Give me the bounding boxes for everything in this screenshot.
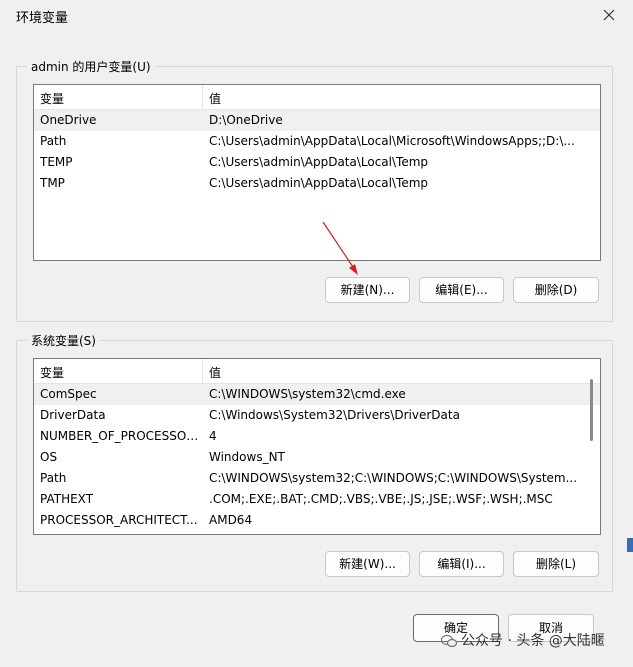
variable-name: DriverData xyxy=(40,408,106,422)
system-edit-button[interactable]: 编辑(I)... xyxy=(419,551,504,577)
watermark: 公众号 · 头条 @大陆暱 xyxy=(441,630,605,650)
variable-value: Windows_NT xyxy=(209,450,285,464)
system-list-header: 变量 值 xyxy=(34,359,600,384)
variable-name: Path xyxy=(40,471,67,485)
variable-name: PATHEXT xyxy=(40,492,94,506)
list-item[interactable]: OS Windows_NT xyxy=(34,447,600,468)
variable-value: AMD64 xyxy=(209,513,253,527)
variable-name: PROCESSOR_ARCHITECT... xyxy=(40,513,198,527)
system-variables-legend: 系统变量(S) xyxy=(27,332,100,349)
list-item[interactable]: Path C:\WINDOWS\system32;C:\WINDOWS;C:\W… xyxy=(34,468,600,489)
variable-value: .COM;.EXE;.BAT;.CMD;.VBS;.VBE;.JS;.JSE;.… xyxy=(209,492,553,506)
variable-value: C:\WINDOWS\system32\cmd.exe xyxy=(209,387,406,401)
variable-value: C:\WINDOWS\system32;C:\WINDOWS;C:\WINDOW… xyxy=(209,471,578,485)
column-header-name[interactable]: 变量 xyxy=(34,359,203,383)
column-header-value-label[interactable]: 值 xyxy=(209,364,221,381)
system-delete-button[interactable]: 删除(L) xyxy=(513,551,599,577)
variable-value: 4 xyxy=(209,429,217,443)
variable-name: NUMBER_OF_PROCESSORS xyxy=(40,429,200,443)
variable-name: OS xyxy=(40,450,58,464)
list-item[interactable]: PROCESSOR_ARCHITECT... AMD64 xyxy=(34,510,600,531)
wechat-icon xyxy=(441,634,457,648)
list-item[interactable]: DriverData C:\Windows\System32\Drivers\D… xyxy=(34,405,600,426)
variable-name: ComSpec xyxy=(40,387,97,401)
variable-value: C:\Windows\System32\Drivers\DriverData xyxy=(209,408,460,422)
column-header-name-label: 变量 xyxy=(40,366,65,380)
list-item[interactable]: NUMBER_OF_PROCESSORS 4 xyxy=(34,426,600,447)
list-item[interactable]: PATHEXT .COM;.EXE;.BAT;.CMD;.VBS;.VBE;.J… xyxy=(34,489,600,510)
system-new-button[interactable]: 新建(W)... xyxy=(325,551,410,577)
list-item[interactable]: ComSpec C:\WINDOWS\system32\cmd.exe xyxy=(34,384,600,405)
vertical-scrollbar[interactable] xyxy=(590,379,593,441)
edge-marker xyxy=(627,538,633,552)
system-variables-list[interactable]: 变量 值 ComSpec C:\WINDOWS\system32\cmd.exe… xyxy=(33,358,601,535)
watermark-text: 公众号 · 头条 @大陆暱 xyxy=(461,633,605,649)
